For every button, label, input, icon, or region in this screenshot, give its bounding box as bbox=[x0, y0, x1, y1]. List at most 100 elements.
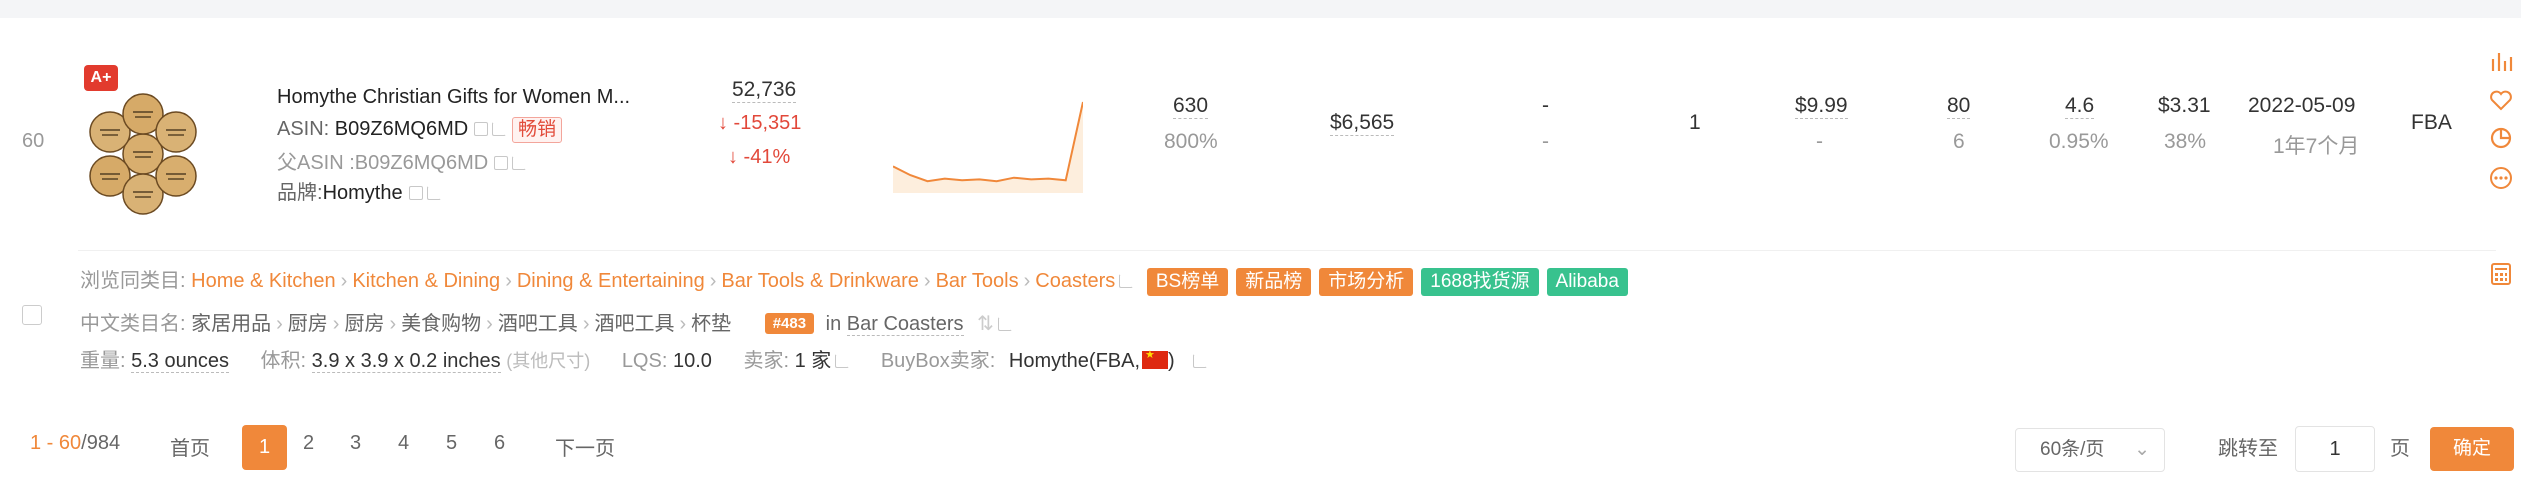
chinese-category-item: 厨房 bbox=[344, 313, 385, 335]
category-tag-button[interactable]: 新品榜 bbox=[1236, 268, 1312, 296]
brand-value[interactable]: Homythe bbox=[323, 182, 403, 204]
monthly-sales: 630 bbox=[1173, 94, 1209, 119]
bestseller-badge: 畅销 bbox=[512, 117, 563, 143]
page-2-button[interactable]: 2 bbox=[303, 432, 314, 455]
chinese-category-item: 酒吧工具 bbox=[497, 313, 578, 335]
next-page-button[interactable]: 下一页 bbox=[555, 432, 615, 461]
page-size-value: 60条/页 bbox=[2040, 439, 2105, 460]
brand-label: 品牌: bbox=[277, 182, 323, 204]
external-link-icon[interactable] bbox=[1119, 274, 1134, 288]
product-title[interactable]: Homythe Christian Gifts for Women M... bbox=[277, 86, 630, 109]
coaster-image bbox=[155, 155, 197, 197]
fba-fee-pct: 38% bbox=[2164, 130, 2207, 153]
breadcrumb-separator-icon: › bbox=[505, 270, 512, 292]
variant-count: 1 bbox=[1689, 111, 1701, 134]
chinese-category-path: 家居用品 › 厨房 › 厨房 › 美食购物 › 酒吧工具 › 酒吧工具 › 杯垫 bbox=[191, 313, 731, 335]
volume-label: 体积: bbox=[260, 350, 307, 372]
volume-value: 3.9 x 3.9 x 0.2 inches bbox=[311, 350, 501, 373]
copy-icon[interactable] bbox=[408, 186, 423, 200]
asin-value[interactable]: B09Z6MQ6MD bbox=[335, 118, 468, 140]
parent-asin-line: 父ASIN :B09Z6MQ6MD bbox=[277, 146, 527, 175]
column-value-dash: - bbox=[1542, 94, 1549, 117]
pie-chart-icon[interactable] bbox=[2489, 126, 2513, 150]
sales-growth: 800% bbox=[1164, 130, 1218, 153]
first-page-button[interactable]: 首页 bbox=[170, 432, 210, 461]
table-top-strip bbox=[0, 0, 2521, 18]
breadcrumb-separator-icon: › bbox=[340, 270, 348, 292]
copy-icon[interactable] bbox=[474, 122, 489, 136]
bsr-rank: 52,736 bbox=[732, 78, 797, 103]
product-thumbnail[interactable] bbox=[80, 92, 206, 216]
chinese-category-line: 中文类目名: 家居用品 › 厨房 › 厨房 › 美食购物 › 酒吧工具 › 酒吧工具 › 杯垫 #483… bbox=[80, 307, 1012, 336]
sort-arrows-icon[interactable]: ⇅ bbox=[977, 313, 994, 335]
page-unit-label: 页 bbox=[2390, 438, 2410, 460]
page-size-select[interactable]: 60条/页 ⌄ bbox=[2015, 428, 2165, 472]
category-link[interactable]: Bar Tools & Drinkware bbox=[721, 270, 918, 292]
breadcrumb-separator-icon: › bbox=[923, 270, 931, 292]
buybox-close: ) bbox=[1168, 350, 1175, 372]
category-tag-button[interactable]: 市场分析 bbox=[1319, 268, 1414, 296]
bar-chart-icon[interactable] bbox=[2489, 49, 2513, 73]
chinese-category-item: 厨房 bbox=[287, 313, 328, 335]
page-5-button[interactable]: 5 bbox=[446, 432, 457, 455]
category-tag-button[interactable]: Alibaba bbox=[1546, 268, 1628, 296]
category-breadcrumb: Home & Kitchen › Kitchen & Dining › Dining &… bbox=[191, 270, 1115, 292]
category-tag-button[interactable]: 1688找货源 bbox=[1421, 268, 1539, 296]
monthly-revenue: $6,565 bbox=[1330, 111, 1395, 136]
rating: 4.6 bbox=[2065, 94, 2095, 119]
parent-asin-label: 父ASIN : bbox=[277, 152, 355, 174]
chinese-category-item: 美食购物 bbox=[401, 313, 482, 335]
browse-category-label: 浏览同类目: bbox=[80, 270, 186, 292]
review-count-sub: 6 bbox=[1953, 130, 1965, 153]
category-tags: BS榜单 新品榜 市场分析 1688找货源 Alibaba bbox=[1139, 268, 1628, 296]
lqs-value: 10.0 bbox=[672, 350, 712, 372]
rank-category-link[interactable]: Bar Coasters bbox=[846, 313, 964, 336]
category-link[interactable]: Kitchen & Dining bbox=[352, 270, 500, 292]
category-link[interactable]: Coasters bbox=[1035, 270, 1115, 292]
sparkline-line bbox=[893, 101, 1083, 183]
breadcrumb-separator-icon: › bbox=[276, 313, 283, 335]
bsr-rank-change: ↓ -15,351 bbox=[718, 112, 802, 134]
breadcrumb-separator-icon: › bbox=[679, 313, 687, 335]
page-3-button[interactable]: 3 bbox=[350, 432, 361, 455]
chinese-category-item: 家居用品 bbox=[191, 313, 272, 335]
sellers-value[interactable]: 1 家 bbox=[795, 350, 832, 372]
breadcrumb-separator-icon: › bbox=[582, 313, 590, 335]
other-sizes-link[interactable]: (其他尺寸) bbox=[506, 351, 590, 371]
category-tag-button[interactable]: BS榜单 bbox=[1146, 268, 1229, 296]
asin-label: ASIN: bbox=[277, 118, 335, 140]
more-options-icon[interactable] bbox=[2489, 166, 2513, 190]
product-table-card: 60 A+ Homythe Christian Gifts for Women … bbox=[0, 18, 2521, 487]
category-link[interactable]: Dining & Entertaining bbox=[517, 270, 705, 292]
confirm-jump-button[interactable]: 确定 bbox=[2430, 427, 2514, 471]
result-count: 1 - 60/984 bbox=[30, 432, 120, 455]
jump-to-label: 跳转至 bbox=[2218, 438, 2278, 460]
external-link-icon[interactable] bbox=[426, 186, 441, 200]
lqs-label: LQS: bbox=[621, 350, 668, 372]
launch-date: 2022-05-09 bbox=[2248, 94, 2356, 117]
row-select-checkbox[interactable] bbox=[22, 305, 42, 325]
external-link-icon[interactable] bbox=[1192, 354, 1207, 368]
buybox-seller[interactable]: Homythe(FBA, bbox=[1009, 350, 1140, 372]
external-link-icon[interactable] bbox=[997, 317, 1012, 331]
external-link-icon[interactable] bbox=[835, 354, 850, 368]
copy-icon[interactable] bbox=[494, 156, 509, 170]
category-link[interactable]: Home & Kitchen bbox=[191, 270, 336, 292]
heart-icon[interactable] bbox=[2489, 88, 2513, 112]
breadcrumb-separator-icon: › bbox=[1023, 270, 1031, 292]
external-link-icon[interactable] bbox=[492, 122, 507, 136]
page-1-button[interactable]: 1 bbox=[242, 425, 287, 470]
jump-page-input[interactable]: 1 bbox=[2295, 426, 2375, 472]
category-link[interactable]: Bar Tools bbox=[936, 270, 1019, 292]
external-link-icon[interactable] bbox=[512, 156, 527, 170]
parent-asin-value[interactable]: B09Z6MQ6MD bbox=[355, 152, 488, 174]
page-4-button[interactable]: 4 bbox=[398, 432, 409, 455]
brand-line: 品牌:Homythe bbox=[277, 176, 441, 205]
price-sub: - bbox=[1816, 130, 1823, 153]
weight-value: 5.3 ounces bbox=[131, 350, 229, 373]
fulfillment-type: FBA bbox=[2411, 111, 2452, 134]
rank-trend-sparkline[interactable] bbox=[893, 98, 1083, 193]
breadcrumb-separator-icon: › bbox=[332, 313, 340, 335]
page-6-button[interactable]: 6 bbox=[494, 432, 505, 455]
calculator-icon[interactable] bbox=[2489, 262, 2513, 286]
